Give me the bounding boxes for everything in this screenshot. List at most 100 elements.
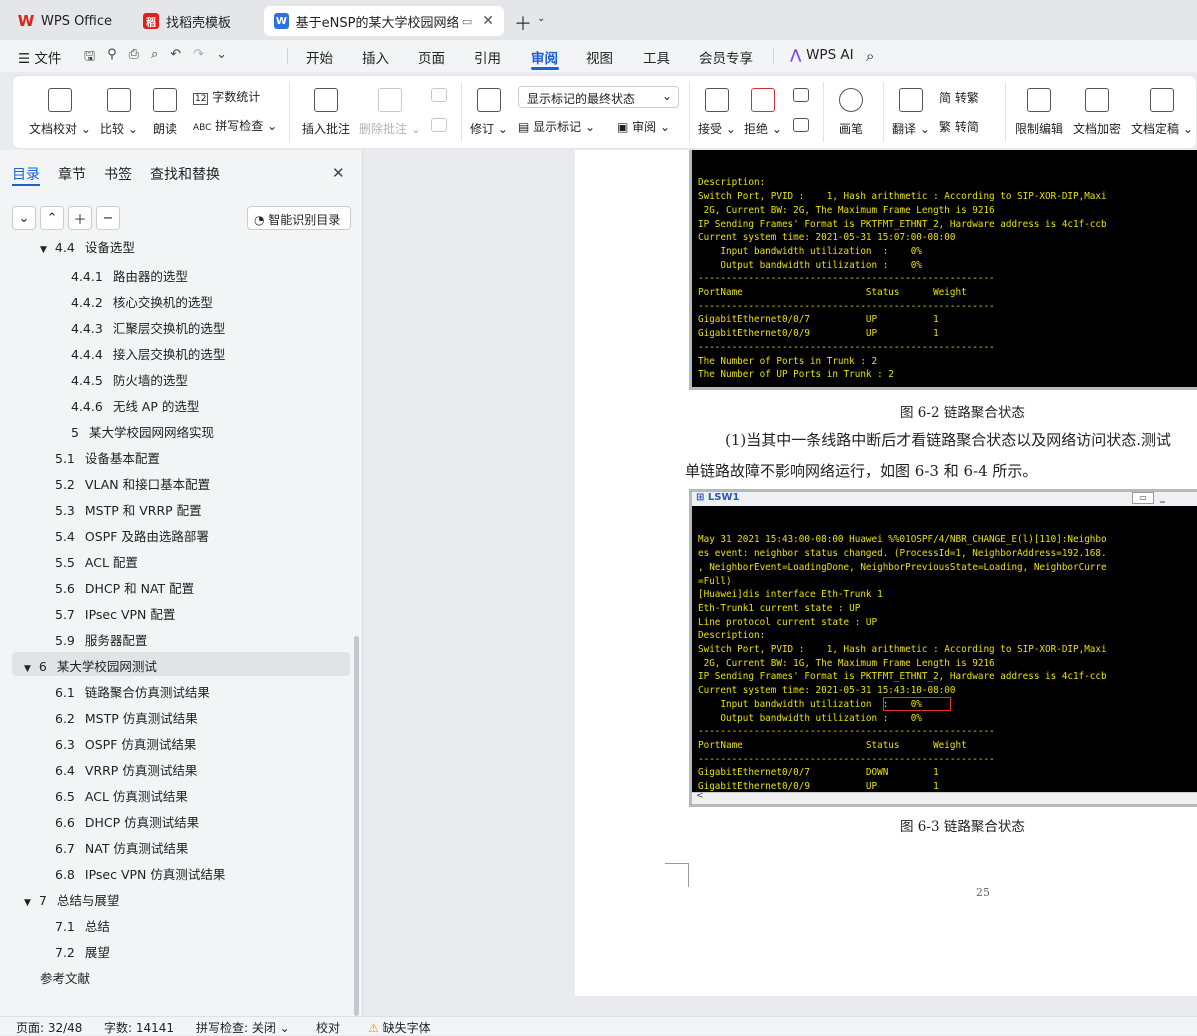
toc-item[interactable]: 7.1 总结 — [55, 916, 110, 935]
trad-to-simp-button[interactable]: 简 转繁 — [939, 89, 995, 106]
read-aloud-button[interactable]: 朗读 — [147, 88, 183, 137]
toc-item[interactable]: 4.4.1 路由器的选型 — [71, 266, 188, 285]
menu-home[interactable]: 开始 — [306, 47, 333, 67]
toc-item[interactable]: 4.4.5 防火墙的选型 — [71, 370, 188, 389]
toc-item[interactable]: 6.1 链路聚合仿真测试结果 — [55, 682, 210, 701]
simp-to-trad-button[interactable]: 繁 转简 — [939, 118, 995, 135]
toc-item[interactable]: 6.7 NAT 仿真测试结果 — [55, 838, 188, 857]
compare-button[interactable]: 比较 ⌄ — [97, 88, 141, 137]
prev-change-button[interactable] — [787, 88, 815, 110]
toc-item[interactable]: 5.4 OSPF 及路由选路部署 — [55, 526, 209, 545]
toc-item[interactable]: 6.2 MSTP 仿真测试结果 — [55, 708, 198, 727]
menu-view[interactable]: 视图 — [586, 47, 613, 67]
next-comment-button[interactable] — [425, 118, 453, 140]
menu-references[interactable]: 引用 — [474, 47, 501, 67]
reject-button[interactable]: 拒绝 ⌄ — [743, 88, 783, 137]
share-icon[interactable]: ⚲ — [107, 47, 117, 65]
search-icon[interactable]: ⌕ — [866, 47, 874, 65]
print-preview-icon[interactable]: ⌕ — [151, 47, 158, 65]
more-chevron-icon[interactable]: ⌄ — [216, 47, 227, 65]
toc-item-selected[interactable]: ▼ 6 某大学校园网测试 — [24, 656, 157, 675]
toc-item[interactable]: 参考文献 — [40, 968, 90, 987]
missing-font-status[interactable]: ⚠ 缺失字体 — [368, 1019, 431, 1036]
restore-window-icon[interactable]: ▭ — [1132, 492, 1154, 504]
toc-item[interactable]: 6.6 DHCP 仿真测试结果 — [55, 812, 199, 831]
wps-ai-button[interactable]: ⋀ WPS AI — [790, 47, 854, 63]
toc-item[interactable]: 5 某大学校园网网络实现 — [71, 422, 214, 441]
toc-item[interactable]: 5.2 VLAN 和接口基本配置 — [55, 474, 210, 493]
figure-caption-6-2: 图 6-2 链路聚合状态 — [900, 405, 1025, 421]
menu-review[interactable]: 审阅 — [531, 47, 558, 67]
toc-item[interactable]: 6.5 ACL 仿真测试结果 — [55, 786, 188, 805]
tab-document[interactable]: W 基于eNSP的某大学校园网络规 ▭ ✕ — [264, 6, 504, 36]
collapse-all-button[interactable]: ⌄ — [12, 206, 36, 230]
doc-check-button[interactable]: 文档校对 ⌄ — [29, 88, 91, 137]
print-icon[interactable]: ⎙ — [129, 47, 139, 65]
horizontal-scrollbar[interactable]: < — [692, 791, 1197, 804]
page-indicator[interactable]: 页面: 32/48 — [16, 1019, 82, 1036]
menu-insert[interactable]: 插入 — [362, 47, 389, 67]
word-count-button[interactable]: 12 字数统计 — [193, 88, 273, 105]
toc-item[interactable]: 5.6 DHCP 和 NAT 配置 — [55, 578, 194, 597]
track-changes-button[interactable]: 修订 ⌄ — [469, 88, 509, 137]
encrypt-doc-button[interactable]: 文档加密 — [1071, 88, 1123, 137]
pen-button[interactable]: 画笔 — [833, 88, 869, 137]
terminal-line: The Number of Ports in Trunk : 2 — [698, 355, 878, 367]
menu-member[interactable]: 会员专享 — [699, 47, 753, 67]
close-panel-icon[interactable]: ✕ — [332, 164, 345, 182]
toc-item[interactable]: 5.5 ACL 配置 — [55, 552, 138, 571]
toc-item[interactable]: 4.4.3 汇聚层交换机的选型 — [71, 318, 225, 337]
toc-item[interactable]: 5.7 IPsec VPN 配置 — [55, 604, 175, 623]
minimize-window-icon[interactable]: _ — [1160, 492, 1165, 503]
toc-item[interactable]: 6.8 IPsec VPN 仿真测试结果 — [55, 864, 225, 883]
panel-scrollbar[interactable] — [354, 636, 359, 1016]
show-markup-button[interactable]: ▤ 显示标记 ⌄ — [518, 118, 608, 135]
tab-toc[interactable]: 目录 — [12, 164, 40, 184]
redo-icon[interactable]: ↷ — [193, 47, 204, 65]
undo-icon[interactable]: ↶ — [170, 47, 181, 65]
toc-item[interactable]: 6.3 OSPF 仿真测试结果 — [55, 734, 196, 753]
prev-comment-button[interactable] — [425, 88, 453, 110]
new-tab-button[interactable]: ＋ — [514, 10, 532, 36]
proofread-status[interactable]: 校对 — [316, 1019, 340, 1036]
document-page[interactable]: Description: Switch Port, PVID : 1, Hash … — [575, 150, 1197, 996]
toc-item[interactable]: 5.3 MSTP 和 VRRP 配置 — [55, 500, 202, 519]
restrict-editing-button[interactable]: 限制编辑 — [1013, 88, 1065, 137]
tab-docer[interactable]: 稻 找稻壳模板 — [133, 6, 258, 36]
tab-find-replace[interactable]: 查找和替换 — [150, 164, 220, 184]
toc-item[interactable]: 5.9 服务器配置 — [55, 630, 147, 649]
translate-button[interactable]: 翻译 ⌄ — [891, 88, 931, 137]
tab-list-chevron-icon[interactable]: ⌄ — [537, 13, 545, 24]
insert-comment-button[interactable]: 插入批注 — [299, 88, 353, 137]
toc-item[interactable]: 7.2 展望 — [55, 942, 110, 961]
remove-heading-button[interactable]: − — [96, 206, 120, 230]
accept-button[interactable]: 接受 ⌄ — [697, 88, 737, 137]
toc-item[interactable]: 4.4.6 无线 AP 的选型 — [71, 396, 199, 415]
add-heading-button[interactable]: ＋ — [68, 206, 92, 230]
expand-up-button[interactable]: ⌃ — [40, 206, 64, 230]
spell-check-button[interactable]: ABC 拼写检查 ⌄ — [193, 117, 283, 134]
toc-item[interactable]: ▼ 4.4 设备选型 — [40, 240, 135, 256]
delete-comment-button[interactable]: 删除批注 ⌄ — [359, 88, 421, 137]
file-menu[interactable]: ☰ 文件 — [18, 47, 61, 67]
close-tab-icon[interactable]: ✕ — [482, 13, 494, 29]
next-change-button[interactable] — [787, 118, 815, 140]
toc-item[interactable]: 6.4 VRRP 仿真测试结果 — [55, 760, 197, 779]
tab-wps-office[interactable]: W WPS Office — [8, 6, 123, 36]
menu-page[interactable]: 页面 — [418, 47, 445, 67]
tab-sections[interactable]: 章节 — [58, 164, 86, 184]
save-icon[interactable]: 🖫 — [84, 47, 95, 65]
toc-item[interactable]: 4.4.2 核心交换机的选型 — [71, 292, 213, 311]
smart-toc-button[interactable]: ◔ 智能识别目录 — [247, 206, 351, 230]
finalize-doc-button[interactable]: 文档定稿 ⌄ — [1131, 88, 1193, 137]
markup-mode-select[interactable]: 显示标记的最终状态 ⌄ — [518, 86, 679, 108]
toc-item[interactable]: 5.1 设备基本配置 — [55, 448, 160, 467]
spell-check-status[interactable]: 拼写检查: 关闭 ⌄ — [196, 1019, 290, 1036]
toc-item[interactable]: ▼ 7 总结与展望 — [24, 890, 119, 909]
word-count[interactable]: 字数: 14141 — [104, 1019, 174, 1036]
review-pane-button[interactable]: ▣ 审阅 ⌄ — [617, 118, 679, 135]
scroll-left-icon[interactable]: < — [696, 791, 704, 801]
toc-item[interactable]: 4.4.4 接入层交换机的选型 — [71, 344, 225, 363]
tab-bookmarks[interactable]: 书签 — [104, 164, 132, 184]
menu-tools[interactable]: 工具 — [643, 47, 670, 67]
